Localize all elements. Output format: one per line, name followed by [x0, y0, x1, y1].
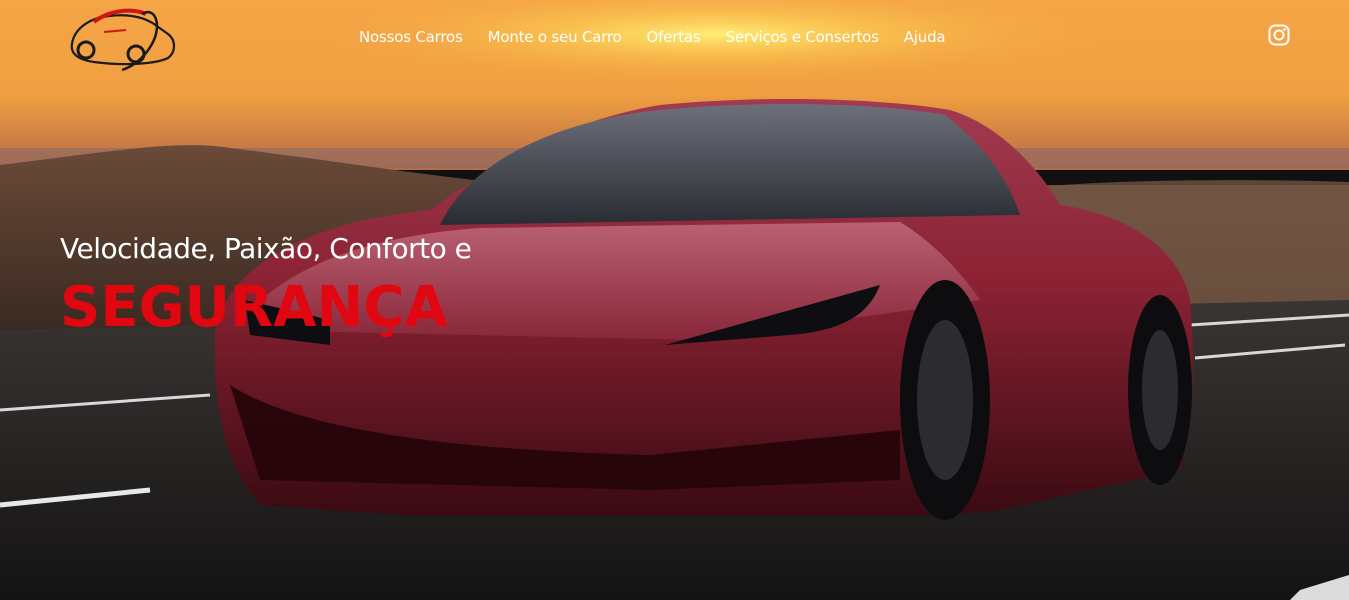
main-nav: Nossos Carros Monte o seu Carro Ofertas … [359, 28, 946, 46]
hero-headline: SEGURANÇA [60, 275, 448, 340]
nav-item-nossos-carros[interactable]: Nossos Carros [359, 28, 463, 46]
car-logo-icon[interactable] [64, 4, 180, 74]
nav-item-monte-o-seu-carro[interactable]: Monte o seu Carro [488, 28, 622, 46]
instagram-icon[interactable] [1268, 24, 1290, 46]
hero-section: Nossos Carros Monte o seu Carro Ofertas … [0, 0, 1349, 600]
nav-item-ajuda[interactable]: Ajuda [904, 28, 946, 46]
nav-item-servicos-e-consertos[interactable]: Serviços e Consertos [726, 28, 879, 46]
hero-tagline: Velocidade, Paixão, Conforto e [60, 232, 472, 265]
nav-item-ofertas[interactable]: Ofertas [647, 28, 701, 46]
